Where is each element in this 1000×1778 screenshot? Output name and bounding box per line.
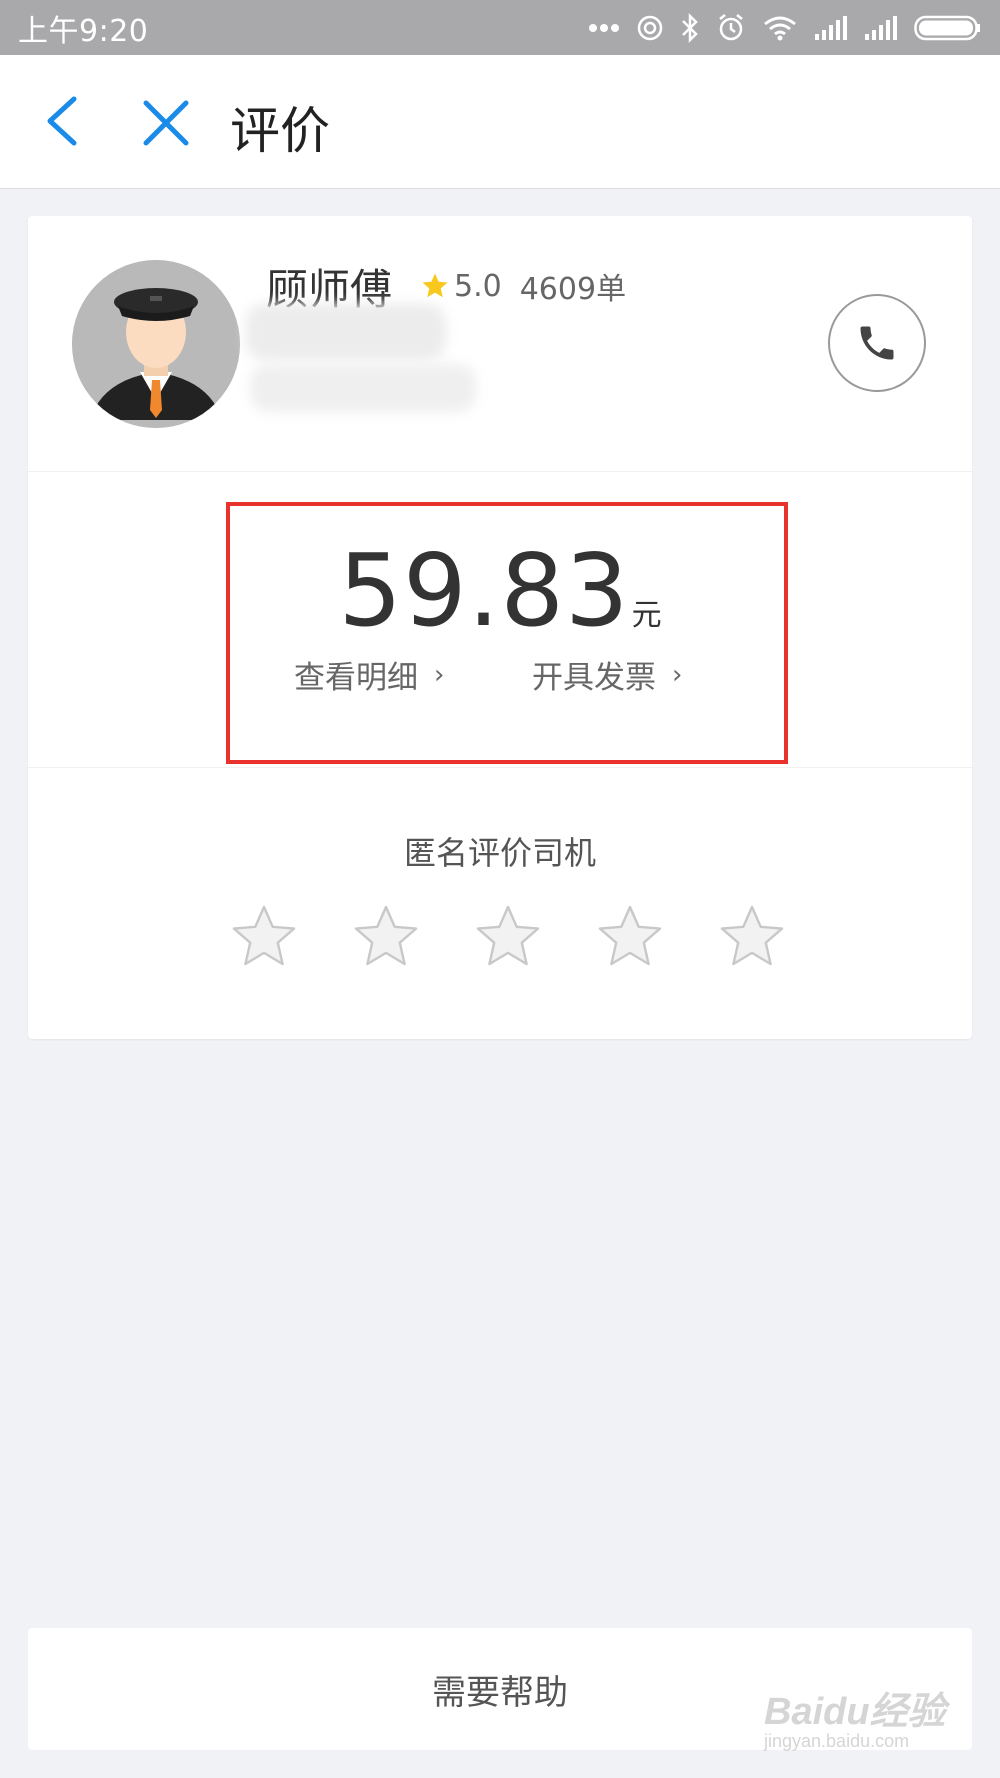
phone-icon xyxy=(860,326,894,360)
star-icon[interactable] xyxy=(716,901,788,973)
chevron-left-icon xyxy=(47,96,77,146)
fare-value: 59.83 xyxy=(338,532,630,649)
alarm-icon xyxy=(719,13,743,40)
review-label: 匿名评价司机 xyxy=(403,834,596,872)
call-driver-button[interactable] xyxy=(828,294,926,392)
trip-card: 顾师傅 5.0 4609单 59.83元 查看明细 › 开具发票 › 匿名评价司… xyxy=(28,216,972,1039)
close-button[interactable] xyxy=(138,95,194,151)
blurred-plate xyxy=(246,304,446,360)
star-icon[interactable] xyxy=(228,901,300,973)
review-section: 匿名评价司机 xyxy=(28,768,972,1039)
driver-avatar xyxy=(72,260,240,428)
star-icon[interactable] xyxy=(594,901,666,973)
watermark-main: Baidu经验 xyxy=(764,1691,946,1733)
star-rating xyxy=(228,901,788,973)
status-time: 上午9:20 xyxy=(18,13,149,49)
bluetooth-icon xyxy=(682,12,698,43)
star-icon[interactable] xyxy=(350,901,422,973)
hotspot-icon xyxy=(637,15,663,40)
signal-icon xyxy=(865,15,897,40)
order-count: 4609单 xyxy=(519,272,627,307)
fare-section: 59.83元 查看明细 › 开具发票 › xyxy=(28,472,972,768)
battery-icon xyxy=(914,15,980,40)
nav-header: 评价 xyxy=(0,55,1000,189)
rating-value: 5.0 xyxy=(454,268,502,304)
wifi-icon xyxy=(764,16,796,40)
view-detail-label: 查看明细 xyxy=(294,660,418,696)
fare-amount: 59.83元 xyxy=(28,532,972,649)
status-icons xyxy=(588,12,982,43)
signal-icon xyxy=(815,15,847,40)
invoice-label: 开具发票 xyxy=(532,660,656,696)
driver-info: 顾师傅 5.0 4609单 xyxy=(28,216,972,472)
status-bar: 上午9:20 xyxy=(0,0,1000,55)
chevron-right-icon: › xyxy=(434,659,445,690)
more-dots-icon xyxy=(589,23,619,32)
star-icon[interactable] xyxy=(472,901,544,973)
invoice-link[interactable]: 开具发票 › xyxy=(532,652,682,697)
driver-rating: 5.0 4609单 xyxy=(420,264,626,308)
fare-unit: 元 xyxy=(631,598,662,633)
back-button[interactable] xyxy=(38,93,86,149)
page-title: 评价 xyxy=(230,102,330,160)
watermark: Baidu经验 jingyan.baidu.com xyxy=(764,1680,964,1760)
close-icon xyxy=(143,100,189,146)
chevron-right-icon: › xyxy=(672,659,683,690)
rating-star-icon xyxy=(422,273,448,298)
view-detail-link[interactable]: 查看明细 › xyxy=(294,652,444,697)
blurred-car-info xyxy=(250,364,476,412)
